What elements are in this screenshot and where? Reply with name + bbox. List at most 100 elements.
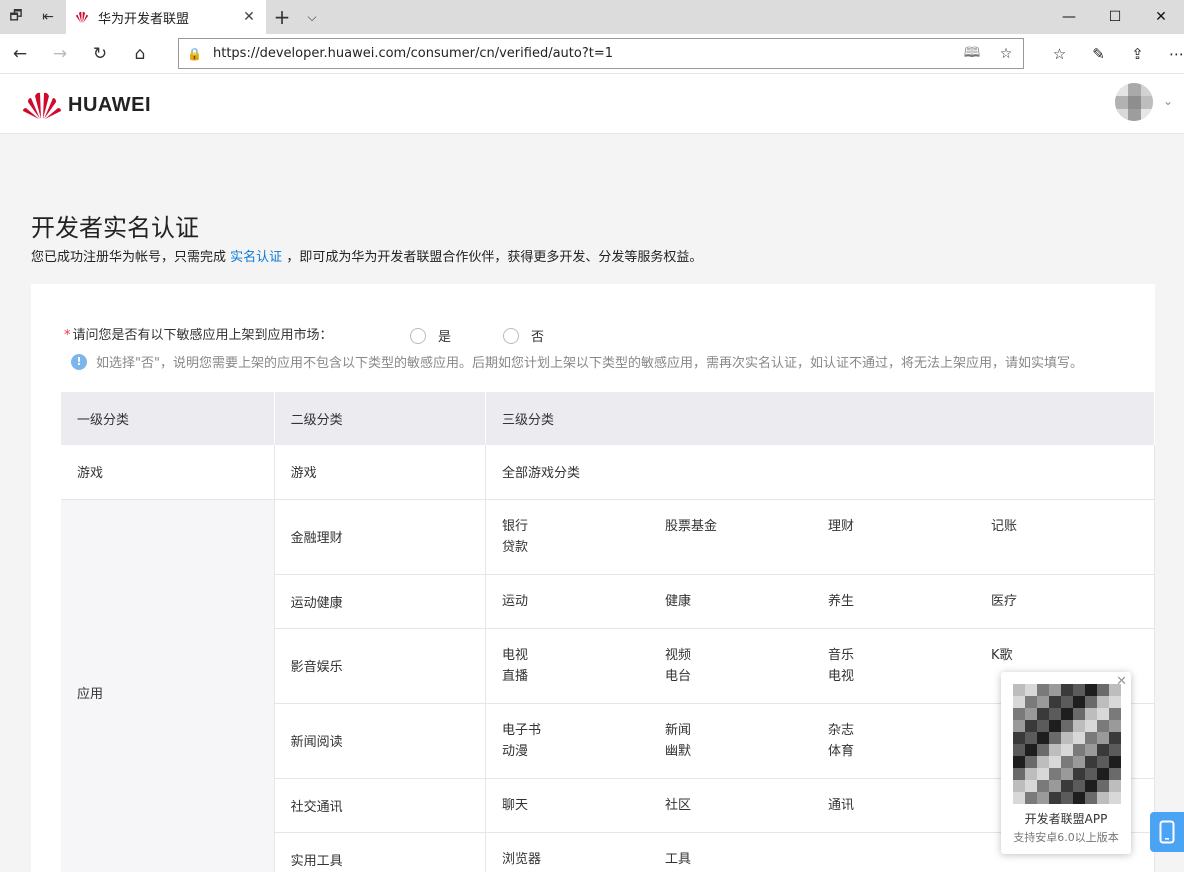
subcategory-item: 理财 <box>827 518 854 534</box>
logo-wordmark: HUAWEI <box>68 93 151 116</box>
subcategory-column: 医疗 <box>991 591 1154 612</box>
close-window-icon[interactable]: ✕ <box>1138 0 1184 34</box>
subcategory-item: 浏览器 <box>501 851 541 867</box>
subcategory-column: 浏览器 <box>502 849 665 870</box>
info-tip: ! 如选择"否"，说明您需要上架的应用不包含以下类型的敏感应用。后期如您计划上架… <box>71 352 1083 371</box>
subcategory-item: 体育 <box>827 743 854 759</box>
cell-l1: 应用 <box>61 499 275 872</box>
subcategory-column: 健康 <box>665 591 828 612</box>
radio-yes-label[interactable]: 是 <box>438 326 451 345</box>
forward-icon[interactable]: → <box>40 34 80 74</box>
subcategory-item: 电视 <box>827 668 854 684</box>
radio-yes-circle[interactable] <box>410 327 426 344</box>
subcategory-item: 股票基金 <box>664 518 717 534</box>
back-icon[interactable]: ← <box>0 34 40 74</box>
subcategory-column: 工具 <box>665 849 828 870</box>
site-header: HUAWEI ⌄ <box>0 74 1184 134</box>
table-header-row: 一级分类 二级分类 三级分类 <box>61 392 1156 445</box>
subcategory-column: 电子书 动漫 <box>502 720 665 762</box>
set-aside-tabs-icon[interactable]: ⇤ <box>32 0 64 34</box>
header-level1: 一级分类 <box>61 392 275 445</box>
subcategory-item: 工具 <box>664 851 691 867</box>
qr-subtitle: 支持安卓6.0以上版本 <box>1013 831 1119 844</box>
radio-yes[interactable]: 是 <box>410 326 451 345</box>
header-level2: 二级分类 <box>274 392 486 445</box>
subtitle-text: 您已成功注册华为帐号，只需完成 <box>31 250 227 265</box>
url-text[interactable]: https://developer.huawei.com/consumer/cn… <box>205 46 955 61</box>
radio-no-circle[interactable] <box>503 327 519 344</box>
subcategory-item: 医疗 <box>990 593 1017 609</box>
subcategory-column: 杂志 体育 <box>828 720 991 762</box>
lock-icon[interactable]: 🔒 <box>187 47 205 61</box>
table-row: 游戏 游戏 全部游戏分类 <box>61 445 1156 500</box>
question-label: 请问您是否有以下敏感应用上架到应用市场： <box>72 328 333 343</box>
subcategory-item: 社区 <box>664 797 691 813</box>
subcategory-column: 股票基金 <box>665 516 828 558</box>
subcategory-item: 幽默 <box>664 743 691 759</box>
minimize-icon[interactable]: — <box>1046 0 1092 34</box>
subcategory-item: 新闻 <box>664 722 691 738</box>
verification-link[interactable]: 实名认证 <box>230 250 282 265</box>
subcategory-item: 电台 <box>664 668 691 684</box>
qr-title: 开发者联盟APP <box>1024 812 1108 826</box>
subcategory-item: 养生 <box>827 593 854 609</box>
tab-manager-icon[interactable]: 🗗 <box>0 0 32 34</box>
favorite-star-icon[interactable]: ☆ <box>989 46 1023 62</box>
subcategory-column: 新闻 幽默 <box>665 720 828 762</box>
subcategory-item: 杂志 <box>827 722 854 738</box>
subcategory-column: 记账 <box>991 516 1154 558</box>
subcategory-item: 银行 <box>501 518 528 534</box>
form-card: * 请问您是否有以下敏感应用上架到应用市场： 是 否 ! 如选择"否"，说明您需要… <box>31 284 1156 872</box>
reading-view-icon[interactable]: 🕮 <box>955 42 989 66</box>
tab-list-chevron-icon[interactable]: ⌵ <box>298 10 326 25</box>
subcategory-column: 视频 电台 <box>665 645 828 687</box>
share-icon[interactable]: ⇪ <box>1118 34 1157 74</box>
cell-l2: 新闻阅读 <box>274 703 486 779</box>
avatar[interactable] <box>1115 83 1153 121</box>
cell-l3: 银行 贷款 股票基金 理财 记账 <box>485 499 1156 575</box>
home-icon[interactable]: ⌂ <box>120 34 160 74</box>
header-level3: 三级分类 <box>485 392 1156 445</box>
address-bar: ← → ↻ ⌂ 🔒 https://developer.huawei.com/c… <box>0 34 1184 74</box>
mobile-app-button[interactable] <box>1150 812 1184 852</box>
qr-code-image <box>1013 684 1121 804</box>
cell-l2: 影音娱乐 <box>274 628 486 704</box>
subcategory-column: 通讯 <box>828 795 991 816</box>
account-chevron-down-icon[interactable]: ⌄ <box>1163 94 1173 108</box>
cell-l2: 社交通讯 <box>274 778 486 833</box>
tab-title: 华为开发者联盟 <box>98 11 190 27</box>
url-box[interactable]: 🔒 https://developer.huawei.com/consumer/… <box>178 38 1024 69</box>
radio-no-label[interactable]: 否 <box>531 326 544 345</box>
subcategory-item: 电视 <box>501 647 528 663</box>
subcategory-item: 健康 <box>664 593 691 609</box>
subcategory-column: 电视 直播 <box>502 645 665 687</box>
huawei-favicon-icon <box>76 11 88 23</box>
browser-tab[interactable]: 华为开发者联盟 ✕ <box>66 0 266 34</box>
favorites-list-icon[interactable]: ☆ <box>1040 34 1079 74</box>
subcategory-column: 银行 贷款 <box>502 516 665 558</box>
subcategory-column: 社区 <box>665 795 828 816</box>
more-icon[interactable]: ⋯ <box>1157 34 1184 74</box>
radio-no[interactable]: 否 <box>503 326 544 345</box>
subcategory-item: 贷款 <box>501 539 528 555</box>
refresh-icon[interactable]: ↻ <box>80 34 120 74</box>
close-tab-icon[interactable]: ✕ <box>240 9 258 25</box>
subcategory-column: 理财 <box>828 516 991 558</box>
subcategory-column <box>828 849 991 870</box>
tip-text: 如选择"否"，说明您需要上架的应用不包含以下类型的敏感应用。后期如您计划上架以下… <box>96 356 1083 371</box>
subcategory-item: 动漫 <box>501 743 528 759</box>
subcategory-item: 聊天 <box>501 797 528 813</box>
new-tab-icon[interactable]: + <box>266 5 298 29</box>
cell-l3: 运动 健康 养生 医疗 <box>485 574 1156 629</box>
huawei-logo[interactable]: HUAWEI <box>22 90 151 120</box>
cell-l2: 游戏 <box>274 445 486 500</box>
sensitive-app-question: * 请问您是否有以下敏感应用上架到应用市场： <box>64 324 333 343</box>
maximize-icon[interactable]: ☐ <box>1092 0 1138 34</box>
pen-icon[interactable]: ✎ <box>1079 34 1118 74</box>
subcategory-item: 运动 <box>501 593 528 609</box>
subcategory-item: 直播 <box>501 668 528 684</box>
phone-icon <box>1159 820 1175 844</box>
subcategory-item: 视频 <box>664 647 691 663</box>
subcategory-item: 通讯 <box>827 797 854 813</box>
subcategory-column: 养生 <box>828 591 991 612</box>
